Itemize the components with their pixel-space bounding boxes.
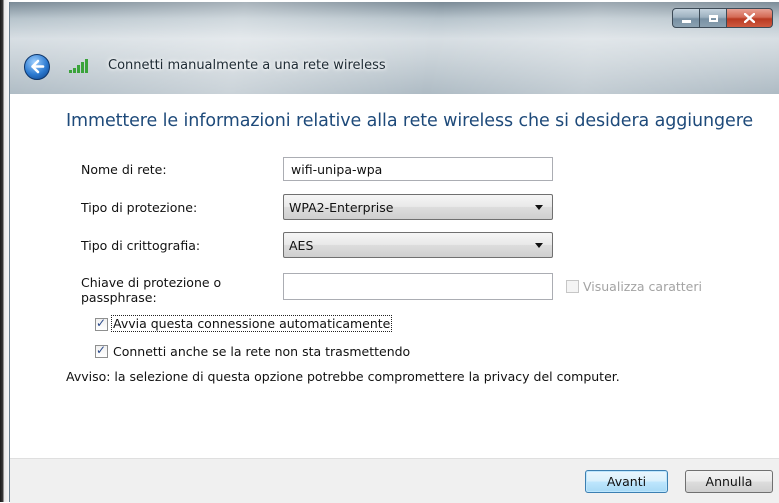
dialog-footer: Avanti Annulla xyxy=(10,458,779,503)
maximize-icon xyxy=(708,14,718,22)
connect-hidden-label[interactable]: Connetti anche se la rete non sta trasme… xyxy=(113,344,410,359)
show-characters-label: Visualizza caratteri xyxy=(583,279,702,294)
security-type-dropdown[interactable]: WPA2-Enterprise xyxy=(283,194,553,220)
security-key-input[interactable] xyxy=(283,273,553,300)
connect-hidden-checkbox[interactable] xyxy=(95,343,108,358)
dropdown-arrow-icon xyxy=(535,243,543,248)
dropdown-arrow-icon xyxy=(535,205,543,210)
close-button[interactable] xyxy=(727,8,773,28)
minimize-icon xyxy=(681,20,691,23)
page-heading: Immettere le informazioni relative alla … xyxy=(66,111,754,131)
auto-connect-label[interactable]: Avvia questa connessione automaticamente xyxy=(111,315,393,332)
auto-connect-label-text: Avvia questa connessione automaticamente xyxy=(111,315,393,332)
back-arrow-icon xyxy=(31,59,45,74)
encryption-type-label: Tipo di crittografia: xyxy=(81,238,201,253)
caption-buttons xyxy=(672,8,773,30)
security-key-label-line2: passphrase: xyxy=(81,290,157,305)
security-key-label: Chiave di protezione o passphrase: xyxy=(81,275,221,305)
minimize-button[interactable] xyxy=(672,8,700,28)
network-name-label: Nome di rete: xyxy=(81,162,167,177)
privacy-warning-text: Avviso: la selezione di questa opzione p… xyxy=(66,369,620,384)
network-name-input[interactable]: wifi-unipa-wpa xyxy=(283,157,553,181)
show-characters-checkbox[interactable] xyxy=(566,280,579,293)
back-button[interactable] xyxy=(24,54,50,80)
security-type-label: Tipo di protezione: xyxy=(81,200,198,215)
title-bar[interactable]: Connetti manualmente a una rete wireless xyxy=(10,2,779,94)
security-key-label-line1: Chiave di protezione o xyxy=(81,275,222,290)
encryption-type-dropdown[interactable]: AES xyxy=(283,232,553,258)
auto-connect-checkbox[interactable] xyxy=(95,316,108,331)
dialog-window: Connetti manualmente a una rete wireless… xyxy=(9,2,779,503)
close-icon xyxy=(744,13,755,23)
security-type-value: WPA2-Enterprise xyxy=(289,200,394,215)
title-bar-glass xyxy=(10,2,779,94)
wireless-network-icon xyxy=(69,59,88,73)
maximize-button[interactable] xyxy=(700,8,727,28)
next-button[interactable]: Avanti xyxy=(585,470,668,493)
dialog-content: Immettere le informazioni relative alla … xyxy=(10,94,779,458)
encryption-type-value: AES xyxy=(289,238,314,253)
cancel-button[interactable]: Annulla xyxy=(685,470,773,493)
window-title: Connetti manualmente a una rete wireless xyxy=(108,58,386,73)
